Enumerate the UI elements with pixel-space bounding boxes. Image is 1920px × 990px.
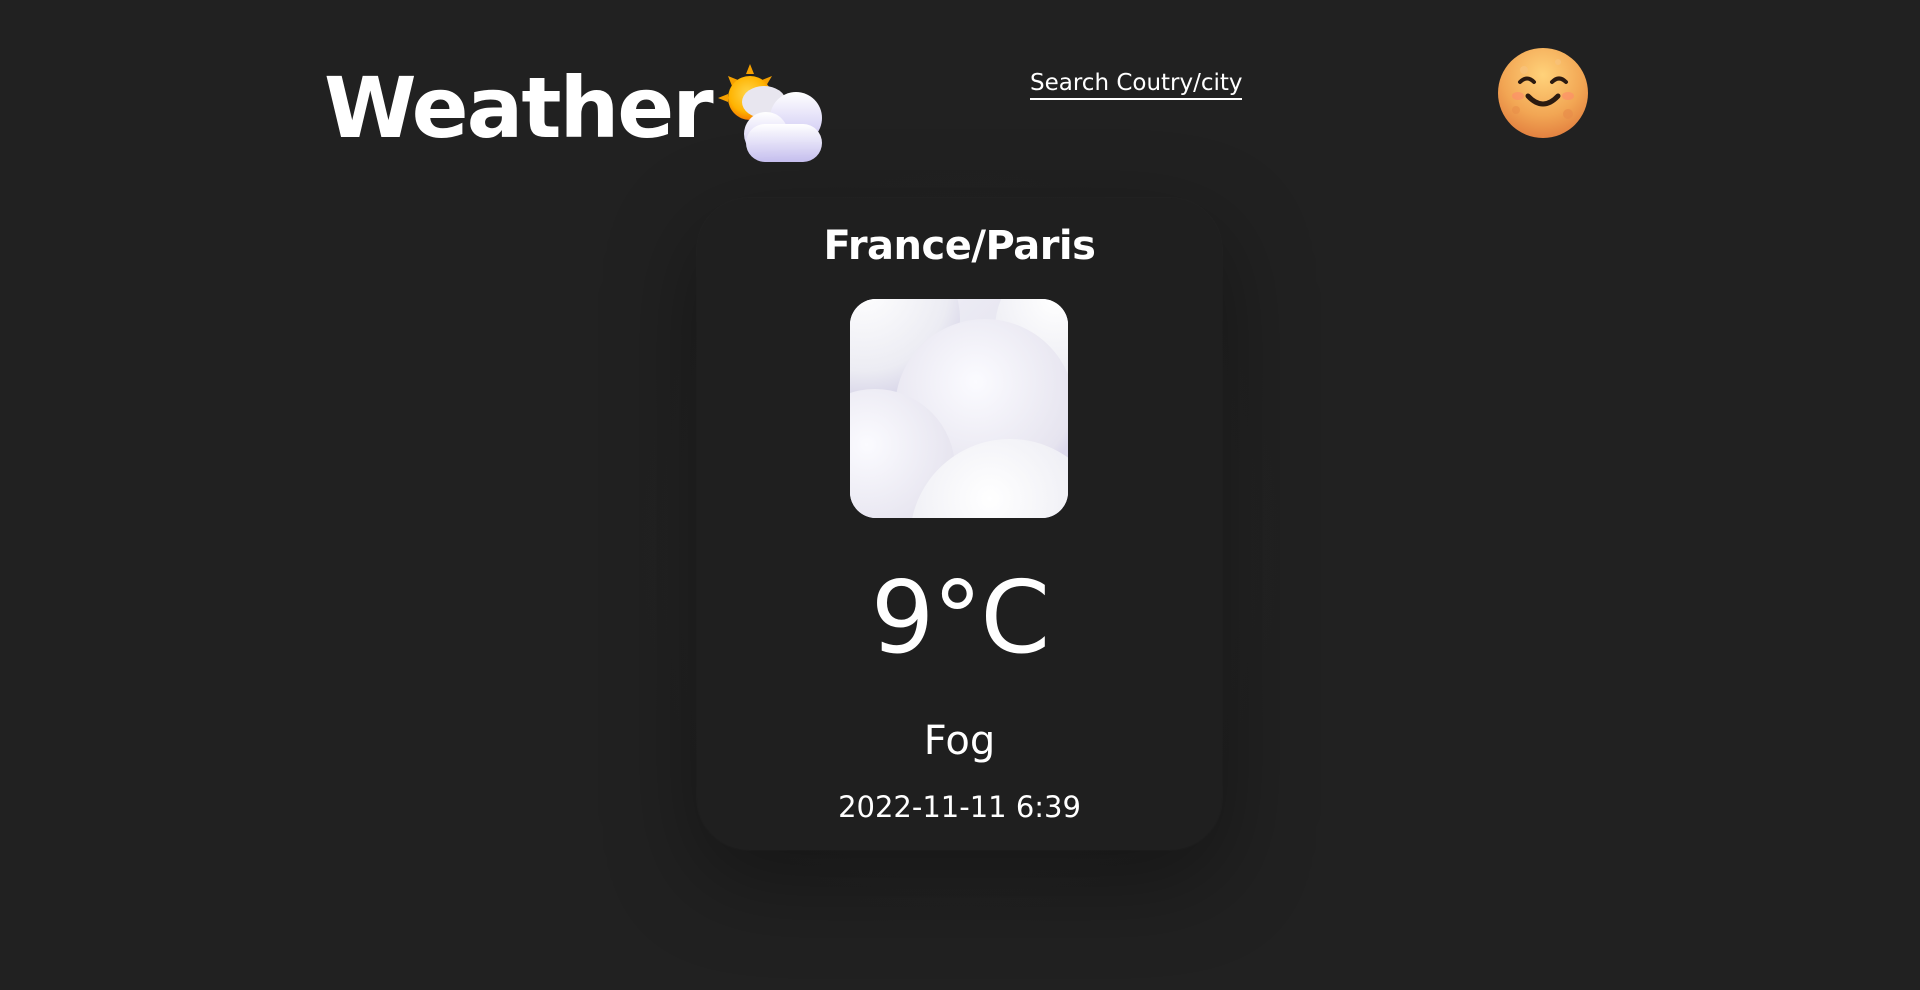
weather-app: Weather Search Coutry/city France/Paris … xyxy=(0,0,1920,990)
smiling-moon-face-icon[interactable] xyxy=(1498,48,1588,138)
weather-condition: Fog xyxy=(923,718,996,764)
observation-datetime: 2022-11-11 6:39 xyxy=(838,790,1081,824)
weather-card: France/Paris 9°C Fog 2022-11-11 6:39 xyxy=(697,198,1222,850)
location-title: France/Paris xyxy=(823,223,1096,269)
temperature: 9°C xyxy=(870,559,1050,676)
fog-clouds-icon xyxy=(850,299,1068,518)
search-input[interactable] xyxy=(1030,70,1242,100)
app-title: Weather xyxy=(324,59,714,157)
